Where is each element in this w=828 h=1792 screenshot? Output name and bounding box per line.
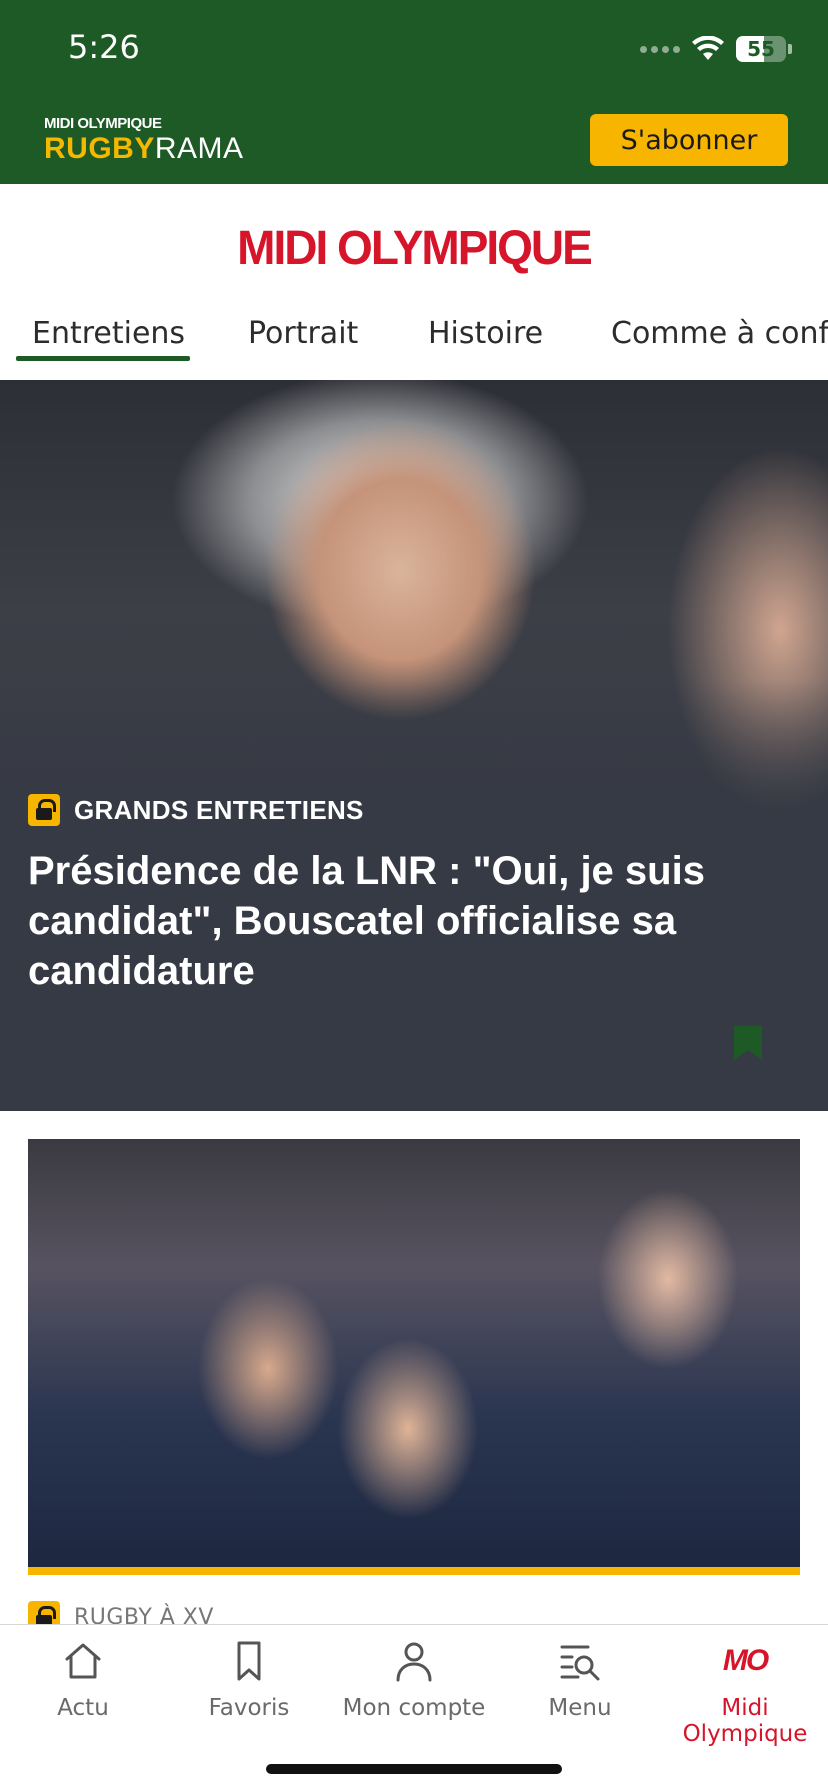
nav-actu[interactable]: Actu bbox=[0, 1639, 166, 1721]
article-card[interactable] bbox=[28, 1139, 800, 1575]
battery-percent: 55 bbox=[747, 37, 775, 61]
nav-label: Menu bbox=[548, 1695, 612, 1721]
subscribe-button[interactable]: S'abonner bbox=[590, 114, 788, 166]
battery-nub bbox=[788, 44, 792, 54]
home-indicator[interactable] bbox=[266, 1764, 562, 1774]
bookmark-icon bbox=[237, 1641, 261, 1681]
article-photo bbox=[28, 1139, 800, 1567]
hero-category: GRANDS ENTRETIENS bbox=[28, 794, 364, 826]
hero-article[interactable]: GRANDS ENTRETIENS Présidence de la LNR :… bbox=[0, 380, 828, 1111]
nav-favoris[interactable]: Favoris bbox=[166, 1639, 332, 1721]
tab-comme-a-confesse[interactable]: Comme à confesse bbox=[611, 316, 828, 351]
brand-bold: RUGBY bbox=[44, 132, 155, 165]
brand-top-line: MIDI OLYMPIQUE bbox=[44, 115, 162, 132]
rugbyrama-logo[interactable]: MIDI OLYMPIQUE RUGBYRAMA bbox=[44, 116, 244, 166]
signal-icon bbox=[640, 45, 680, 53]
status-time: 5:26 bbox=[68, 28, 140, 66]
status-icons: 55 bbox=[640, 34, 792, 64]
tab-entretiens[interactable]: Entretiens bbox=[32, 316, 185, 351]
active-tab-indicator bbox=[16, 356, 190, 361]
mo-logo-icon: MO bbox=[722, 1644, 769, 1677]
hero-category-label: GRANDS ENTRETIENS bbox=[74, 794, 364, 825]
section-tabs: Entretiens Portrait Histoire Comme à con… bbox=[0, 308, 828, 380]
tab-histoire[interactable]: Histoire bbox=[428, 316, 543, 351]
nav-midi-olympique[interactable]: MO Midi Olympique bbox=[662, 1639, 828, 1747]
hero-title[interactable]: Présidence de la LNR : "Oui, je suis can… bbox=[28, 846, 788, 996]
user-icon bbox=[396, 1642, 432, 1682]
nav-label: Actu bbox=[57, 1695, 109, 1721]
home-icon bbox=[65, 1643, 101, 1679]
article-accent-bar bbox=[28, 1567, 800, 1575]
nav-mon-compte[interactable]: Mon compte bbox=[331, 1639, 497, 1721]
app-header: 5:26 55 MIDI OLYMPIQUE RUGBYRAMA S'abonn… bbox=[0, 0, 828, 184]
battery-icon: 55 bbox=[736, 36, 786, 62]
lock-icon bbox=[28, 794, 60, 826]
bookmark-icon[interactable] bbox=[734, 1026, 762, 1060]
brand-light: RAMA bbox=[154, 132, 244, 165]
nav-label: Mon compte bbox=[342, 1695, 486, 1721]
wifi-icon bbox=[692, 36, 724, 60]
brand-bottom-line: RUGBYRAMA bbox=[44, 132, 244, 166]
tab-portrait[interactable]: Portrait bbox=[248, 316, 358, 351]
nav-label: Favoris bbox=[208, 1695, 290, 1721]
nav-menu[interactable]: Menu bbox=[497, 1639, 663, 1721]
menu-search-icon bbox=[560, 1645, 600, 1681]
nav-label: Midi Olympique bbox=[682, 1695, 808, 1747]
midi-olympique-masthead: MIDI OLYMPIQUE bbox=[237, 219, 593, 275]
